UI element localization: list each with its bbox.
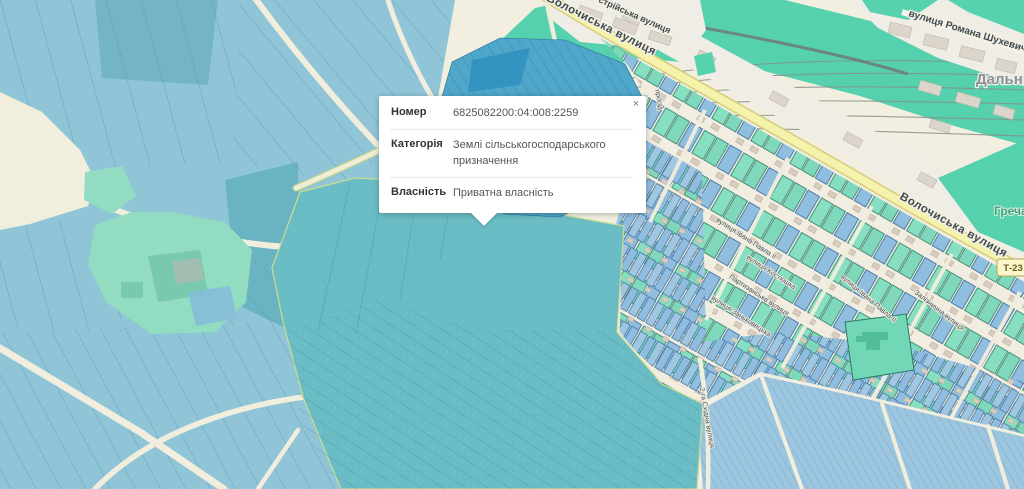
building-footprint [172, 258, 204, 284]
parcel-info-popup: × Номер 6825082200:04:008:2259 Категорія… [379, 96, 646, 213]
popup-value-category: Землі сільськогосподарського призначення [453, 138, 634, 170]
popup-label: Власність [391, 186, 453, 202]
popup-label: Категорія [391, 138, 453, 170]
popup-label: Номер [391, 106, 453, 122]
popup-pointer [471, 213, 497, 226]
popup-row-number: Номер 6825082200:04:008:2259 [391, 98, 634, 129]
place-label-hrechany: Гречани [994, 204, 1024, 218]
popup-value-ownership: Приватна власність [453, 186, 634, 202]
road-badge: Т-23 [997, 259, 1024, 276]
popup-value-parcel-number: 6825082200:04:008:2259 [453, 106, 634, 122]
darker-field-parcel [95, 0, 218, 85]
cadastral-map-view[interactable]: Т-23 Волочиська вулиця Волочиська вулиця… [0, 0, 1024, 489]
popup-row-ownership: Власність Приватна власність [391, 177, 634, 209]
road-badge-label: Т-23 [1003, 263, 1023, 274]
popup-row-category: Категорія Землі сільськогосподарського п… [391, 129, 634, 177]
place-label-dalni: Дальні Гречани [976, 71, 1024, 88]
popup-close-button[interactable]: × [633, 99, 639, 110]
cadastral-map-svg[interactable]: Т-23 Волочиська вулиця Волочиська вулиця… [0, 0, 1024, 489]
